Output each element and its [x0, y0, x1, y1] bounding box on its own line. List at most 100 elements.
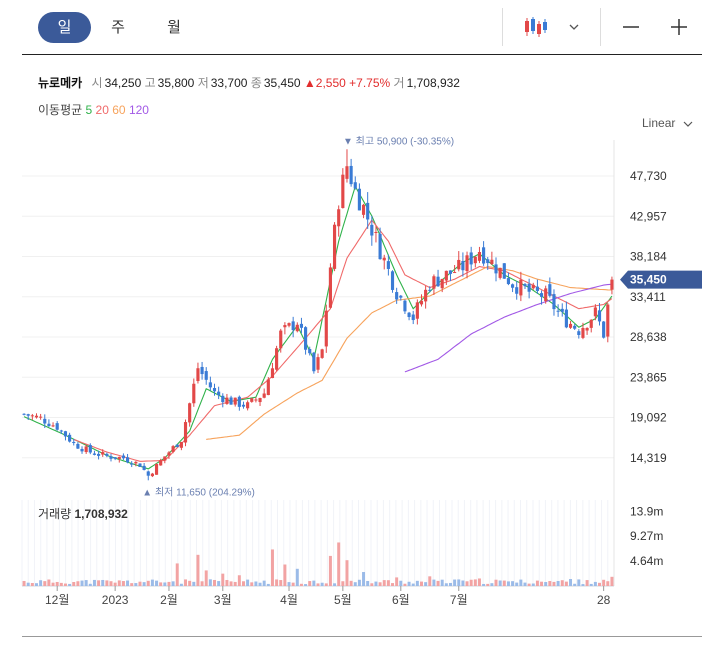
high-low-annotations: ▼ 최고 50,900 (-30.35%) ▲ 최저 11,650 (204.29…	[142, 135, 454, 498]
volume-bar	[146, 580, 150, 586]
volume-bar	[527, 583, 531, 586]
candle-body	[548, 284, 552, 296]
candle-body	[275, 348, 279, 370]
candle-body	[519, 279, 523, 296]
candle-body	[370, 224, 374, 236]
candle-body	[320, 349, 324, 358]
candle-body	[312, 352, 316, 372]
volume-bar	[109, 581, 113, 586]
candle-body	[229, 397, 233, 405]
volume-bar	[395, 577, 399, 586]
candle-body	[241, 404, 246, 407]
candle-body	[130, 463, 134, 465]
candle-body	[436, 276, 440, 287]
candle-body	[92, 453, 97, 455]
volume-bar	[159, 582, 163, 586]
price-tick-label: 14,319	[630, 451, 667, 465]
candle-body	[560, 308, 564, 312]
volume-bar	[126, 580, 130, 586]
volume-bar	[366, 580, 370, 586]
volume-bar	[295, 568, 299, 586]
price-tick-label: 47,730	[630, 169, 667, 183]
candle-body	[154, 464, 159, 475]
volume-bar	[97, 580, 101, 586]
candle-body	[208, 382, 212, 388]
candle-body	[448, 270, 453, 274]
candle-body	[47, 423, 51, 427]
candle-body	[68, 434, 72, 442]
volume-bar	[531, 583, 535, 586]
candle-body	[473, 256, 477, 264]
candle-body	[349, 165, 353, 185]
volume-bar	[229, 581, 233, 586]
volume-bar	[175, 563, 179, 586]
candle-body	[80, 448, 84, 452]
candle-body	[295, 324, 299, 332]
volume-bar	[606, 581, 610, 586]
candle-body	[76, 443, 80, 449]
volume-bar	[440, 579, 444, 586]
volume-title: 거래량 1,708,932	[38, 505, 128, 522]
volume-bar	[117, 580, 121, 586]
volume-bar	[399, 580, 403, 586]
candle-body	[299, 323, 304, 328]
volume-bar	[80, 580, 84, 586]
candle-body	[138, 463, 142, 467]
volume-bar	[221, 573, 225, 586]
volume-bar	[473, 579, 477, 586]
candle-body	[105, 453, 109, 456]
price-tick-label: 33,411	[630, 290, 666, 304]
volume-bar	[291, 582, 295, 586]
candle-body	[59, 430, 63, 432]
volume-bar	[246, 579, 250, 586]
candle-body	[221, 395, 225, 403]
volume-bar	[225, 579, 229, 586]
volume-bar	[150, 579, 154, 586]
volume-bar	[233, 581, 237, 586]
candle-body	[163, 456, 167, 461]
volume-bar	[92, 579, 96, 586]
volume-bar	[448, 582, 452, 586]
volume-bar	[121, 581, 125, 586]
volume-bar	[461, 580, 465, 586]
volume-bar	[43, 581, 47, 586]
volume-bar	[465, 581, 469, 586]
candle-body	[63, 431, 68, 437]
candle-body	[544, 288, 548, 302]
candle-body	[262, 393, 266, 398]
volume-bar	[101, 579, 105, 586]
volume-bar	[420, 581, 423, 586]
candle-body	[109, 456, 113, 459]
volume-bar	[386, 580, 390, 586]
candle-body	[386, 261, 390, 269]
candle-body	[51, 425, 55, 427]
candle-body	[353, 182, 357, 189]
volume-bar	[457, 579, 461, 586]
volume-bar	[287, 582, 291, 586]
volume-bar	[237, 575, 241, 586]
price-chart[interactable]: 47,730 42,957 38,184 33,411 28,638 23,865 19,0…	[0, 0, 716, 648]
price-tick-label: 42,957	[630, 209, 667, 223]
time-tick-label: 2월	[160, 593, 178, 607]
candlesticks	[22, 149, 614, 481]
candle-body	[527, 283, 531, 292]
volume-bar	[68, 583, 72, 586]
candle-body	[337, 209, 341, 227]
candle-body	[192, 383, 196, 404]
volume-bar	[155, 580, 159, 586]
high-annotation: ▼ 최고 50,900 (-30.35%)	[343, 135, 454, 147]
volume-bar	[403, 583, 407, 586]
volume-bar	[494, 579, 498, 586]
candle-body	[403, 300, 407, 312]
candle-body	[237, 396, 241, 407]
volume-bar	[254, 581, 258, 586]
time-tick-label: 28	[597, 593, 611, 607]
candle-body	[577, 331, 581, 336]
time-tick-label: 5월	[334, 593, 352, 607]
candle-body	[22, 413, 26, 415]
candle-body	[113, 457, 117, 459]
volume-bar	[453, 579, 457, 586]
volume-bar	[279, 580, 283, 586]
candle-body	[482, 247, 486, 264]
volume-bar	[560, 580, 564, 586]
